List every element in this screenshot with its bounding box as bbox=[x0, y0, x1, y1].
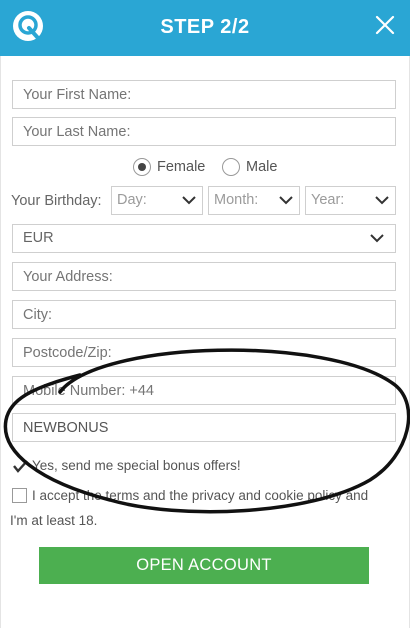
currency-select[interactable]: EUR bbox=[12, 224, 396, 253]
chevron-down-icon bbox=[375, 196, 389, 205]
month-select[interactable]: Month: bbox=[208, 186, 300, 215]
offers-label: Yes, send me special bonus offers! bbox=[32, 458, 241, 473]
header-bar: STEP 2/2 bbox=[0, 0, 410, 56]
year-select-value: Year: bbox=[311, 192, 345, 208]
close-icon[interactable] bbox=[374, 14, 396, 36]
city-input[interactable] bbox=[12, 300, 396, 329]
female-label: Female bbox=[157, 159, 206, 175]
chevron-down-icon bbox=[279, 196, 293, 205]
year-select[interactable]: Year: bbox=[305, 186, 396, 215]
birthday-label: Your Birthday: bbox=[11, 193, 102, 209]
last-name-input[interactable] bbox=[12, 117, 396, 146]
female-radio[interactable] bbox=[133, 158, 151, 176]
chevron-down-icon bbox=[370, 234, 384, 243]
postcode-input[interactable] bbox=[12, 338, 396, 367]
currency-select-value: EUR bbox=[23, 230, 54, 246]
male-radio-option[interactable]: Male bbox=[222, 158, 277, 176]
male-label: Male bbox=[246, 159, 278, 175]
first-name-input[interactable] bbox=[12, 80, 396, 109]
gender-group: Female Male bbox=[0, 158, 410, 180]
terms-checkbox[interactable] bbox=[12, 488, 27, 503]
page-title: STEP 2/2 bbox=[160, 16, 250, 38]
mobile-number-input[interactable] bbox=[12, 376, 396, 405]
month-select-value: Month: bbox=[214, 192, 259, 208]
terms-label-line2: I'm at least 18. bbox=[10, 513, 98, 528]
checkmark-icon bbox=[13, 460, 28, 473]
chevron-down-icon bbox=[182, 196, 196, 205]
day-select[interactable]: Day: bbox=[111, 186, 203, 215]
terms-label-line1: I accept the terms and the privacy and c… bbox=[32, 488, 369, 503]
open-account-button[interactable]: OPEN ACCOUNT bbox=[39, 547, 369, 584]
address-input[interactable] bbox=[12, 262, 396, 291]
offers-row: Yes, send me special bonus offers! bbox=[12, 458, 402, 476]
female-radio-option[interactable]: Female bbox=[133, 158, 205, 176]
bonus-code-input[interactable] bbox=[12, 413, 396, 442]
male-radio[interactable] bbox=[222, 158, 240, 176]
offers-checkbox[interactable] bbox=[12, 458, 28, 473]
day-select-value: Day: bbox=[117, 192, 147, 208]
terms-row: I accept the terms and the privacy and c… bbox=[10, 487, 402, 528]
